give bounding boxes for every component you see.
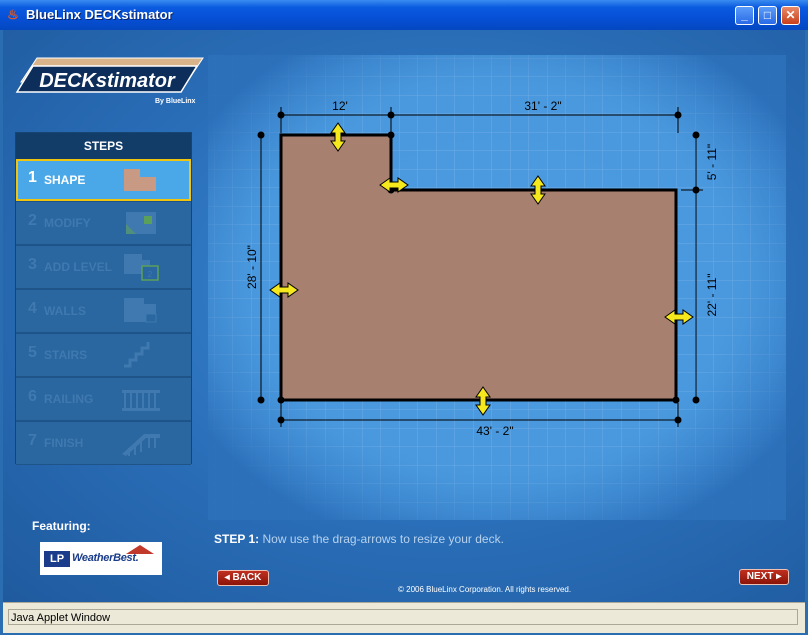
step-stairs[interactable]: 5 STAIRS [16,334,191,377]
status-bar: Java Applet Window [3,602,805,633]
step-shape[interactable]: 1 SHAPE [16,159,191,201]
railing-icon [122,390,160,411]
app-window: ♨ BlueLinx DECKstimator _ □ ✕ DECKstimat… [0,0,808,635]
instruction-body: Now use the drag-arrows to resize your d… [262,532,504,546]
status-text: Java Applet Window [8,609,798,625]
step-number: 7 [28,432,37,449]
featuring-label: Featuring: [32,519,91,533]
add-level-icon: 2 [124,254,159,281]
logo-text: DECKstimator [39,70,176,92]
step-label: MODIFY [44,216,91,230]
stairs-icon [124,342,150,368]
step-number: 5 [28,344,37,361]
logo-byline: By BlueLinx [155,98,196,105]
step-label: WALLS [44,304,86,318]
sponsor-lp: LP [44,551,70,567]
window-title: BlueLinx DECKstimator [26,7,173,22]
svg-text:2: 2 [148,270,153,279]
next-button[interactable]: NEXT ▸ [739,569,789,585]
sponsor-logo[interactable]: LP WeatherBest. [40,542,162,575]
instruction-text: STEP 1: Now use the drag-arrows to resiz… [214,532,504,546]
dim-top-right-width: 31' - 2" [524,99,561,113]
step-finish[interactable]: 7 FINISH [16,422,191,465]
step-walls[interactable]: 4 WALLS [16,290,191,333]
applet-area: DECKstimator By BlueLinx STEPS 1 SHAPE 2… [3,30,805,602]
step-railing[interactable]: 6 RAILING [16,378,191,421]
steps-header: STEPS [16,133,191,159]
steps-panel: STEPS 1 SHAPE 2 MODIFY 3 ADD LEVEL 2 4 W… [15,132,192,465]
step-label: RAILING [44,392,94,406]
minimize-button[interactable]: _ [735,6,754,25]
instruction-step-number: STEP 1: [214,532,260,546]
step-number: 2 [28,212,37,229]
dim-top-left-width: 12' [332,99,348,113]
finish-icon [122,434,160,456]
dim-right-bottom-height: 22' - 11" [705,273,719,316]
step-number: 3 [28,256,37,273]
step-label: FINISH [44,436,84,450]
close-button[interactable]: ✕ [781,6,800,25]
step-add-level[interactable]: 3 ADD LEVEL 2 [16,246,191,289]
step-label: SHAPE [44,173,86,187]
walls-icon [124,298,157,323]
copyright-text: © 2006 BlueLinx Corporation. All rights … [398,585,572,594]
title-bar[interactable]: ♨ BlueLinx DECKstimator _ □ ✕ [0,0,808,30]
shape-icon [124,169,156,191]
step-label: ADD LEVEL [44,260,113,274]
dim-bottom-width: 43' - 2" [476,424,513,438]
back-button[interactable]: ◂ BACK [217,570,269,586]
step-modify[interactable]: 2 MODIFY [16,202,191,245]
step-label: STAIRS [44,348,88,362]
maximize-button[interactable]: □ [758,6,777,25]
modify-icon [126,212,156,234]
step-number: 1 [28,169,37,186]
sponsor-name: WeatherBest. [72,552,139,564]
step-number: 4 [28,300,37,317]
deck-canvas[interactable]: 12' 31' - 2" 28' - 10" 5' - 11" 22' - 11… [208,55,786,520]
java-icon: ♨ [7,7,19,22]
dim-left-height: 28' - 10" [245,245,259,289]
dim-right-top-height: 5' - 11" [705,144,719,180]
step-number: 6 [28,388,37,405]
